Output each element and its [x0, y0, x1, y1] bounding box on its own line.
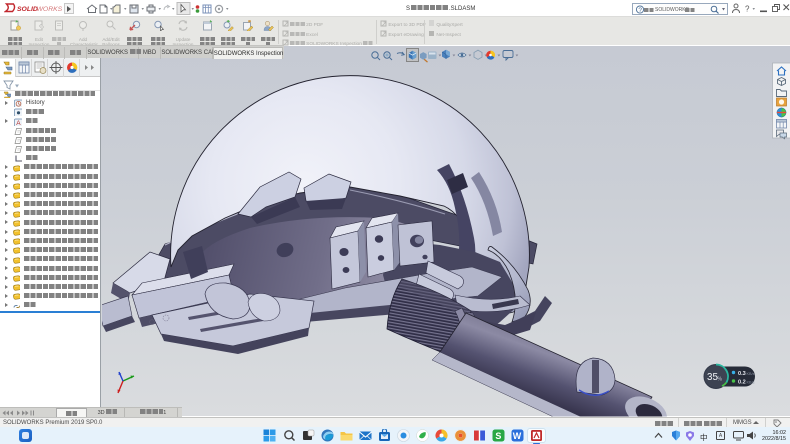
svg-text:?: ? — [745, 5, 750, 14]
svg-text:A: A — [16, 120, 21, 126]
svg-text:?: ? — [638, 7, 642, 14]
svg-text:SOLID: SOLID — [17, 6, 38, 13]
svg-text:WORKS: WORKS — [37, 6, 63, 13]
svg-text:W: W — [513, 431, 522, 441]
svg-text:S: S — [495, 431, 501, 441]
